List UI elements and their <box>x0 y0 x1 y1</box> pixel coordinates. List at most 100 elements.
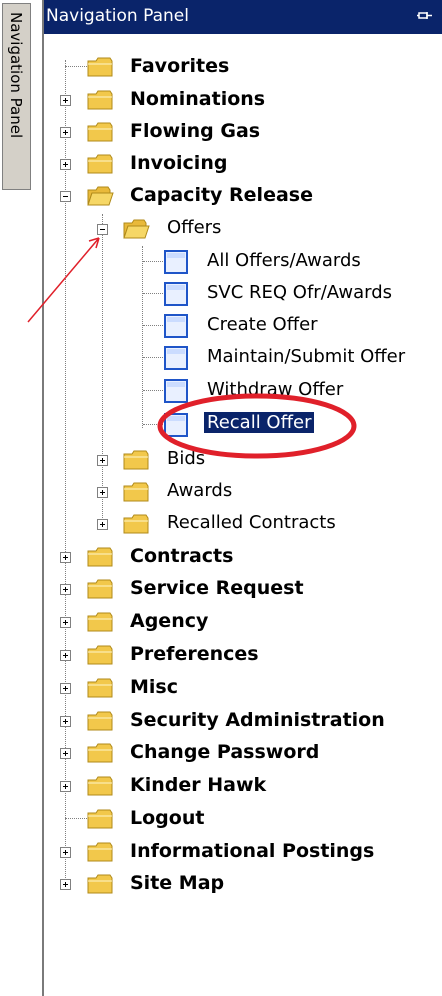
tree-item-awards[interactable]: Awards <box>44 477 442 507</box>
expand-icon[interactable] <box>97 455 108 466</box>
tree-item-informational-postings[interactable]: Informational Postings <box>44 837 442 867</box>
page-icon <box>164 250 188 274</box>
expand-icon[interactable] <box>60 716 71 727</box>
folder-open-icon <box>87 186 114 206</box>
expand-icon[interactable] <box>60 617 71 628</box>
collapse-icon[interactable] <box>97 224 108 235</box>
tree-item-label: Site Map <box>130 872 225 894</box>
tree-item-label: Informational Postings <box>130 840 375 862</box>
tree-item-label: Service Request <box>130 577 304 599</box>
tree-item-label: Preferences <box>130 643 259 665</box>
tree-item-change-password[interactable]: Change Password <box>44 738 442 768</box>
expand-icon[interactable] <box>60 879 71 890</box>
tree-item-label: Withdraw Offer <box>207 379 344 400</box>
collapse-icon[interactable] <box>60 191 71 202</box>
tree-item-maintain-submit-offer[interactable]: Maintain/Submit Offer <box>44 343 442 373</box>
folder-icon <box>87 776 113 796</box>
expand-icon[interactable] <box>60 781 71 792</box>
tree-item-create-offer[interactable]: Create Offer <box>44 311 442 341</box>
tree-line <box>143 293 163 294</box>
folder-icon <box>87 154 113 174</box>
tree-item-recall-offer[interactable]: Recall Offer <box>44 410 442 440</box>
tree-item-nominations[interactable]: Nominations <box>44 85 442 115</box>
side-tab-label: Navigation Panel <box>7 12 25 139</box>
navigation-panel: Navigation Panel Favorites Nominations F… <box>42 0 442 996</box>
tree-item-label: Favorites <box>130 55 230 77</box>
tree-line <box>143 424 163 425</box>
folder-icon <box>87 678 113 698</box>
tree-item-label: All Offers/Awards <box>207 250 361 271</box>
tree-item-label: Flowing Gas <box>130 120 261 142</box>
tree-item-service-request[interactable]: Service Request <box>44 574 442 604</box>
tree-line <box>143 261 163 262</box>
expand-icon[interactable] <box>60 650 71 661</box>
tree-item-capacity-release[interactable]: Capacity Release <box>44 181 442 211</box>
tree-item-offers[interactable]: Offers <box>44 214 442 244</box>
tree-item-favorites[interactable]: Favorites <box>44 52 442 82</box>
tree-line <box>143 325 163 326</box>
tree-item-label: Kinder Hawk <box>130 774 267 796</box>
tree-item-label: Create Offer <box>207 314 318 335</box>
tree-item-all-offers-awards[interactable]: All Offers/Awards <box>44 247 442 277</box>
expand-icon[interactable] <box>97 519 108 530</box>
expand-icon[interactable] <box>60 683 71 694</box>
folder-icon <box>87 874 113 894</box>
expand-icon[interactable] <box>60 584 71 595</box>
folder-icon <box>87 612 113 632</box>
tree-item-invoicing[interactable]: Invoicing <box>44 149 442 179</box>
tree-line <box>65 818 87 819</box>
folder-icon <box>87 842 113 862</box>
tree-item-agency[interactable]: Agency <box>44 607 442 637</box>
folder-open-icon <box>123 219 150 239</box>
expand-icon[interactable] <box>97 487 108 498</box>
folder-icon <box>123 482 149 502</box>
folder-icon <box>123 514 149 534</box>
folder-icon <box>123 450 149 470</box>
folder-icon <box>87 90 113 110</box>
tree-item-security-administration[interactable]: Security Administration <box>44 706 442 736</box>
navigation-tree: Favorites Nominations Flowing Gas Invoic… <box>44 0 442 996</box>
page-icon <box>164 346 188 370</box>
tree-item-flowing-gas[interactable]: Flowing Gas <box>44 117 442 147</box>
tree-item-misc[interactable]: Misc <box>44 673 442 703</box>
navigation-panel-side-tab[interactable]: Navigation Panel <box>2 3 31 190</box>
tree-item-preferences[interactable]: Preferences <box>44 640 442 670</box>
folder-icon <box>87 743 113 763</box>
tree-item-label: Offers <box>167 217 222 238</box>
page-icon <box>164 413 188 437</box>
tree-item-withdraw-offer[interactable]: Withdraw Offer <box>44 376 442 406</box>
tree-item-label: Security Administration <box>130 709 385 731</box>
tree-item-label: Misc <box>130 676 178 698</box>
tree-line <box>143 357 163 358</box>
expand-icon[interactable] <box>60 159 71 170</box>
tree-item-label: Nominations <box>130 88 266 110</box>
expand-icon[interactable] <box>60 748 71 759</box>
expand-icon[interactable] <box>60 552 71 563</box>
page-icon <box>164 314 188 338</box>
tree-item-kinder-hawk[interactable]: Kinder Hawk <box>44 771 442 801</box>
tree-item-label: Capacity Release <box>130 184 313 206</box>
tree-item-label: Agency <box>130 610 209 632</box>
tree-item-label-selected: Recall Offer <box>204 412 315 433</box>
side-tab-strip: Navigation Panel <box>0 0 34 996</box>
tree-item-contracts[interactable]: Contracts <box>44 542 442 572</box>
tree-item-label: Change Password <box>130 741 320 763</box>
tree-item-label: Maintain/Submit Offer <box>207 346 406 367</box>
folder-icon <box>87 645 113 665</box>
tree-item-label: Awards <box>167 480 233 501</box>
tree-item-recalled-contracts[interactable]: Recalled Contracts <box>44 509 442 539</box>
expand-icon[interactable] <box>60 95 71 106</box>
tree-item-site-map[interactable]: Site Map <box>44 869 442 899</box>
expand-icon[interactable] <box>60 847 71 858</box>
tree-item-bids[interactable]: Bids <box>44 445 442 475</box>
folder-icon <box>87 57 113 77</box>
folder-icon <box>87 809 113 829</box>
tree-item-label: Contracts <box>130 545 234 567</box>
tree-item-svc-req-ofr-awards[interactable]: SVC REQ Ofr/Awards <box>44 279 442 309</box>
tree-item-label: Logout <box>130 807 205 829</box>
folder-icon <box>87 122 113 142</box>
page-icon <box>164 282 188 306</box>
expand-icon[interactable] <box>60 127 71 138</box>
tree-item-label: Recalled Contracts <box>167 512 336 533</box>
tree-item-logout[interactable]: Logout <box>44 804 442 834</box>
